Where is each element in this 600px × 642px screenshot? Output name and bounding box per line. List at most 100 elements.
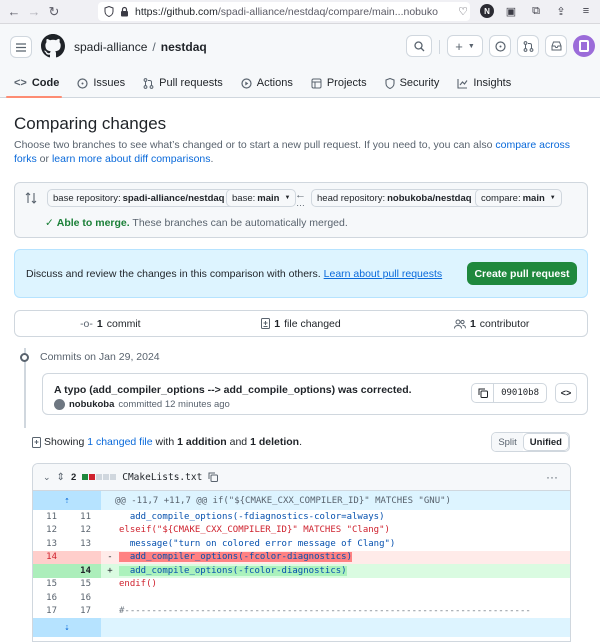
- commits-stat[interactable]: -o- 1 commit: [15, 311, 206, 336]
- share-icon[interactable]: ⇪: [553, 3, 569, 19]
- pocket-icon[interactable]: ♡: [455, 3, 471, 19]
- author-avatar[interactable]: [54, 399, 65, 410]
- code-icon: <>: [560, 388, 572, 398]
- user-avatar[interactable]: [573, 35, 595, 57]
- summary-end: .: [299, 436, 302, 448]
- old-line-number[interactable]: 12: [33, 524, 67, 538]
- search-button[interactable]: [406, 35, 432, 57]
- old-line-number[interactable]: 17: [33, 605, 67, 619]
- old-line-number[interactable]: [33, 564, 67, 578]
- forward-arrow-icon[interactable]: →: [24, 2, 44, 22]
- reload-icon[interactable]: ↻: [44, 2, 64, 22]
- new-line-number[interactable]: 17: [67, 605, 101, 619]
- head-repository-value: nobukoba/nestdaq: [387, 192, 472, 204]
- old-line-number[interactable]: 13: [33, 537, 67, 551]
- repo-link[interactable]: nestdaq: [161, 40, 207, 54]
- copy-icon[interactable]: [208, 472, 219, 482]
- new-line-number[interactable]: 12: [67, 524, 101, 538]
- expand-all-icon[interactable]: ⇕: [57, 472, 65, 483]
- caret-down-icon: ▼: [284, 195, 291, 201]
- commit-title[interactable]: A typo (add_compiler_options --> add_com…: [54, 384, 412, 396]
- file-diff-icon: [261, 318, 271, 329]
- changed-files-link[interactable]: 1 changed file: [87, 436, 152, 448]
- new-line-number[interactable]: 13: [67, 537, 101, 551]
- commit-time: committed 12 minutes ago: [118, 399, 230, 410]
- new-line-number[interactable]: 11: [67, 510, 101, 524]
- issues-button[interactable]: [489, 35, 511, 57]
- issue-icon: [77, 77, 88, 89]
- puzzle-icon[interactable]: ⧉: [528, 3, 544, 19]
- desc-text-2: or: [36, 153, 52, 165]
- breadcrumb-separator: /: [152, 40, 156, 54]
- tab-issues[interactable]: Issues: [68, 68, 134, 98]
- url-domain: https://github.com: [135, 5, 218, 18]
- learn-pull-requests-link[interactable]: Learn about pull requests: [324, 268, 443, 280]
- diffstat-neutral-block: [110, 474, 117, 480]
- expand-up-button[interactable]: ⇡: [33, 491, 101, 510]
- base-repository-select[interactable]: base repository: spadi-alliance/nestdaq …: [47, 189, 242, 207]
- commit-sha-link[interactable]: 09010b8: [494, 384, 546, 402]
- unified-view-button[interactable]: Unified: [522, 433, 569, 451]
- contributors-stat[interactable]: 1 contributor: [396, 311, 587, 336]
- old-line-number[interactable]: 11: [33, 510, 67, 524]
- address-bar[interactable]: https://github.com/spadi-alliance/nestda…: [98, 2, 470, 21]
- desc-text-3: .: [210, 153, 214, 165]
- tab-pull-requests-label: Pull requests: [159, 77, 223, 89]
- github-header: spadi-alliance / nestdaq + ▼ <> Code Iss…: [0, 24, 600, 98]
- create-pull-request-button[interactable]: Create pull request: [467, 262, 577, 285]
- profile-avatar[interactable]: N: [480, 4, 494, 18]
- old-line-number[interactable]: 16: [33, 591, 67, 605]
- tab-projects-label: Projects: [326, 77, 367, 89]
- play-icon: [241, 77, 252, 89]
- old-line-number[interactable]: 14: [33, 550, 67, 564]
- compare-branch-select[interactable]: compare: main ▼: [475, 189, 562, 207]
- files-stat[interactable]: 1 file changed: [206, 311, 397, 336]
- github-logo-icon[interactable]: [41, 34, 65, 58]
- split-view-button[interactable]: Split: [492, 433, 523, 451]
- base-branch-select[interactable]: base: main ▼: [226, 189, 297, 207]
- new-line-number[interactable]: 14: [67, 564, 101, 578]
- kebab-menu-icon[interactable]: ···: [546, 470, 558, 484]
- diff-table: ⇡ @@ -11,7 +11,7 @@ if("${CMAKE_CXX_COMP…: [33, 491, 570, 637]
- tab-insights[interactable]: Insights: [448, 68, 520, 98]
- inbox-button[interactable]: [545, 35, 567, 57]
- commit-author[interactable]: nobukoba: [69, 399, 114, 410]
- copy-sha-button[interactable]: [472, 384, 495, 402]
- hamburger-menu-button[interactable]: [10, 36, 32, 58]
- commit-dot-icon: [20, 352, 29, 362]
- compare-arrows-icon: [25, 192, 37, 204]
- commit-meta: nobukoba committed 12 minutes ago: [54, 399, 230, 410]
- old-line-number[interactable]: 15: [33, 578, 67, 592]
- browse-repository-button[interactable]: <>: [555, 383, 577, 403]
- file-name[interactable]: CMakeLists.txt: [122, 472, 202, 483]
- diff-marker: [101, 510, 119, 524]
- collapse-chevron-icon[interactable]: ⌄: [43, 472, 51, 483]
- tab-code[interactable]: <> Code: [0, 68, 68, 98]
- code-line: add_compiler_options(-fcolor-diagnostics…: [119, 550, 570, 564]
- tab-pull-requests[interactable]: Pull requests: [134, 68, 232, 98]
- page-description: Choose two branches to see what’s change…: [14, 138, 589, 166]
- new-line-number[interactable]: 16: [67, 591, 101, 605]
- deleted-row: 14 - add_compiler_options(-fcolor-diagno…: [33, 550, 570, 564]
- pull-requests-button[interactable]: [517, 35, 539, 57]
- diff-row: 11 11 add_compile_options(-fdiagnostics-…: [33, 510, 570, 524]
- diffstat-blocks: [82, 474, 117, 480]
- extension-icon[interactable]: ▣: [503, 3, 519, 19]
- tab-security[interactable]: Security: [376, 68, 449, 98]
- menu-icon[interactable]: ≡: [578, 3, 594, 19]
- caret-down-icon: ▼: [549, 195, 556, 201]
- new-line-number[interactable]: 15: [67, 578, 101, 592]
- expand-down-button[interactable]: ⇣: [33, 618, 101, 637]
- owner-link[interactable]: spadi-alliance: [74, 40, 147, 54]
- new-line-number[interactable]: [67, 550, 101, 564]
- tab-projects[interactable]: Projects: [302, 68, 376, 98]
- people-icon: [453, 319, 466, 329]
- merge-status: ✓ Able to merge. These branches can be a…: [45, 217, 348, 229]
- learn-diff-comparisons-link[interactable]: learn more about diff comparisons: [52, 153, 211, 165]
- copy-icon: [478, 388, 488, 398]
- diff-row: 17 17 #---------------------------------…: [33, 605, 570, 619]
- back-arrow-icon[interactable]: ←: [4, 2, 24, 22]
- tab-actions[interactable]: Actions: [232, 68, 302, 98]
- head-repository-select[interactable]: head repository: nobukoba/nestdaq ▼: [311, 189, 489, 207]
- create-new-button[interactable]: + ▼: [447, 35, 483, 57]
